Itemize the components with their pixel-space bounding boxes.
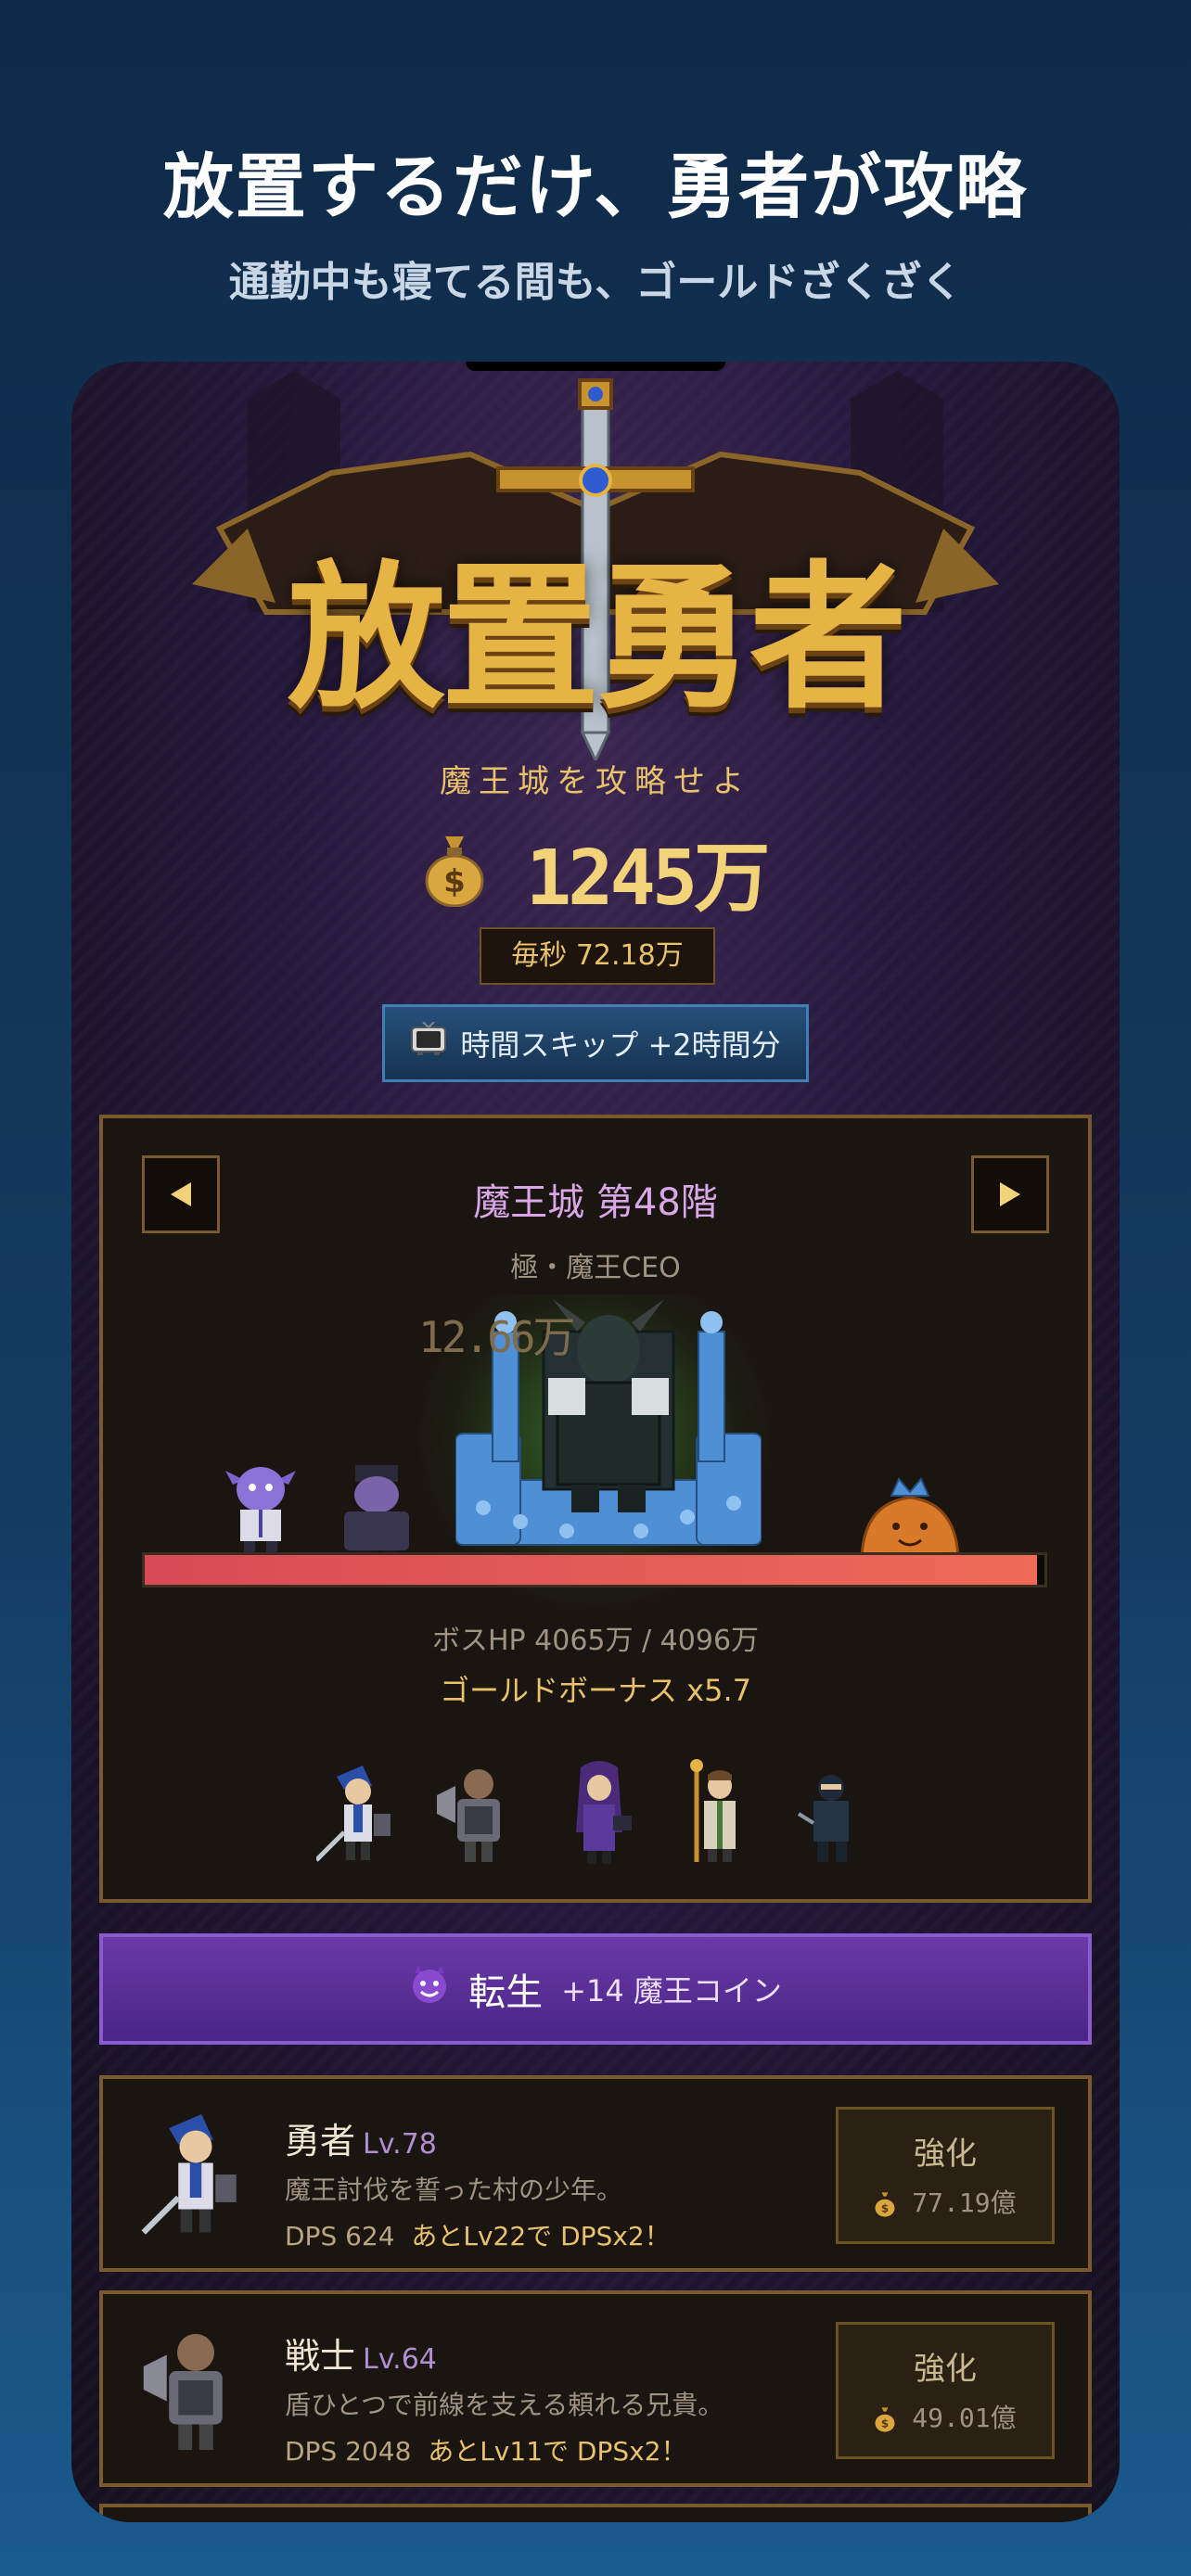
upgrade-label: 強化 (914, 2351, 977, 2388)
boss-hp-text: ボスHP 4065万 / 4096万 (431, 1625, 760, 1657)
time-skip-button[interactable]: 時間スキップ +2時間分 (382, 1004, 809, 1082)
hero-party-sprites (316, 1759, 849, 1864)
game-title-logo-text: 放置勇者 (287, 545, 907, 731)
priest-sprite (690, 1759, 736, 1862)
unit-level: Lv.78 (363, 2128, 437, 2161)
unit-name: 戦士 Lv.64 (285, 2336, 437, 2377)
unit-milestone: あとLv22で DPSx2！ (411, 2221, 671, 2251)
svg-text:$: $ (881, 2201, 889, 2214)
tagline: 魔王城を攻略せよ (440, 763, 751, 800)
gold-counter: $ 1245万 (71, 816, 1120, 926)
unit-row-hero: 勇者 Lv.78 魔王討伐を誓った村の少年。 DPS 624 あとLv22で DP… (99, 2075, 1092, 2272)
upgrade-cost: $ 49.01億 (839, 2398, 1052, 2435)
money-bag-icon: $ (875, 2192, 895, 2217)
gold-bonus: ゴールドボーナス x5.7 (439, 1673, 751, 1708)
goblin-clerk-sprite (225, 1467, 296, 1552)
upgrade-button-hero[interactable]: 強化 $ 77.19億 (836, 2107, 1055, 2244)
warrior-portrait (143, 2334, 223, 2450)
time-skip-label: 時間スキップ +2時間分 (460, 1027, 781, 1063)
hero-sprite (316, 1766, 391, 1862)
svg-text:$: $ (881, 2417, 889, 2429)
upgrade-label: 強化 (914, 2136, 977, 2173)
mage-sprite (576, 1761, 632, 1864)
phone-notch (466, 362, 725, 371)
reborn-reward: +14 魔王コイン (561, 1973, 782, 2009)
ninja-sprite (797, 1775, 849, 1862)
promo-headline: 放置するだけ、勇者が攻略 (162, 146, 1029, 228)
warrior-sprite (437, 1769, 500, 1862)
boss-hp-bar (142, 1552, 1047, 1588)
tv-icon (410, 1021, 447, 1065)
reborn-label: 転生 (468, 1971, 544, 2014)
gold-amount: 1245万 (525, 835, 770, 923)
gold-per-second: 毎秒 72.18万 (480, 927, 715, 985)
unit-dps: DPS 2048 あとLv11で DPSx2！ (285, 2436, 687, 2467)
phone-screen: 放置勇者 魔王城を攻略せよ $ 1245万 毎秒 72.18万 時間スキップ +… (71, 362, 1120, 2522)
damage-popup: 12.66万 (418, 1312, 575, 1362)
boss-name: 極・魔王CEO (510, 1252, 681, 1284)
money-bag-icon: $ (875, 2407, 895, 2432)
promo-subheadline: 通勤中も寝てる間も、ゴールドざくざく (228, 259, 963, 306)
boss-floor-title: 魔王城 第48階 (473, 1181, 718, 1224)
boss-panel: 魔王城 第48階 極・魔王CEO 12.66万 ボスHP 4065万 / 409… (99, 1115, 1092, 1903)
unit-description: 盾ひとつで前線を支える頼れる兄貴。 (285, 2390, 724, 2420)
unit-milestone: あとLv11で DPSx2！ (428, 2436, 687, 2467)
reborn-button[interactable]: 転生 +14 魔王コイン (99, 1933, 1092, 2045)
unit-dps: DPS 624 あとLv22で DPSx2！ (285, 2221, 671, 2251)
svg-text:$: $ (443, 863, 466, 900)
unit-row-warrior: 戦士 Lv.64 盾ひとつで前線を支える頼れる兄貴。 DPS 2048 あとLv1… (99, 2290, 1092, 2487)
unit-row-next-partial (99, 2504, 1092, 2522)
upgrade-button-warrior[interactable]: 強化 $ 49.01億 (836, 2322, 1055, 2459)
devil-face-icon (409, 1964, 450, 2014)
money-bag-icon: $ (425, 833, 484, 911)
game-logo: 放置勇者 (192, 371, 999, 764)
hero-portrait (141, 2114, 237, 2235)
unit-description: 魔王討伐を誓った村の少年。 (285, 2174, 623, 2205)
orc-guard-sprite (344, 1465, 409, 1562)
unit-level: Lv.64 (363, 2343, 437, 2376)
unit-name: 勇者 Lv.78 (285, 2121, 437, 2162)
upgrade-cost: $ 77.19億 (839, 2183, 1052, 2220)
boss-hp-fill (145, 1555, 1038, 1585)
